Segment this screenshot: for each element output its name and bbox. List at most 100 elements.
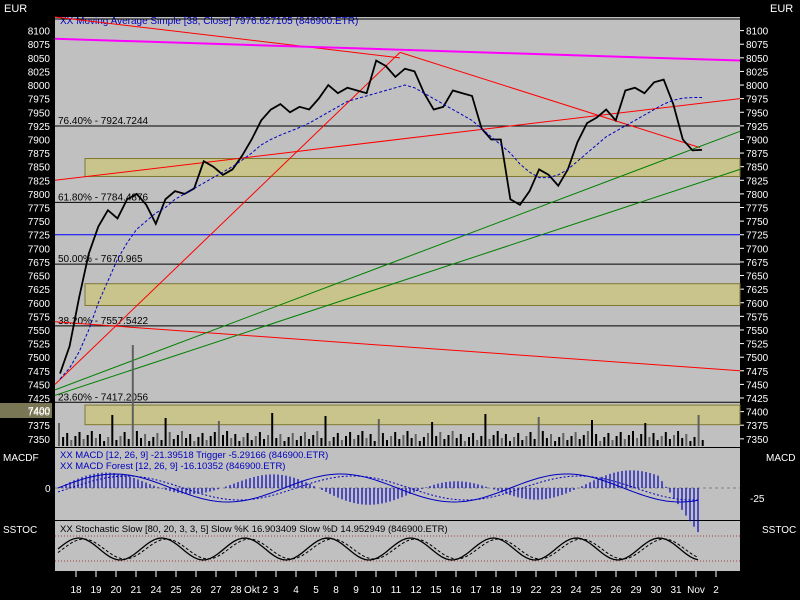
y-tick-label: 7650: [746, 272, 769, 283]
volume-bar: [345, 436, 347, 446]
volume-bar: [468, 437, 470, 446]
stoch-legend: XX Stochastic Slow [80, 20, 3, 3, 5] Slo…: [60, 524, 448, 535]
volume-bar: [291, 433, 294, 446]
y-tick-label: 8025: [746, 67, 769, 78]
x-tick-label: 17: [470, 585, 482, 596]
volume-bar: [574, 432, 577, 446]
volume-bar: [488, 439, 491, 446]
y-tick-label: 7625: [746, 285, 769, 296]
y-tick-label: 7750: [746, 217, 769, 228]
x-tick-label: 15: [430, 585, 442, 596]
volume-bar: [607, 433, 610, 446]
volume-bar: [258, 432, 261, 446]
y-tick-label: 7800: [28, 190, 51, 201]
macd-zero-label: 0: [45, 484, 51, 495]
y-tick-label: 7900: [746, 135, 769, 146]
volume-bar: [263, 439, 265, 446]
volume-bar: [525, 436, 528, 446]
volume-bar: [636, 438, 639, 446]
x-tick-label: Nov: [687, 585, 705, 596]
y-tick-label: 7600: [746, 299, 769, 310]
y-tick-label: 8100: [746, 27, 769, 38]
volume-bar: [103, 441, 106, 446]
x-tick-label: 12: [410, 585, 422, 596]
x-tick-label: 5: [313, 585, 319, 596]
volume-bar: [545, 438, 548, 446]
volume-bar: [386, 440, 388, 446]
y-tick-label: 8100: [28, 27, 51, 38]
x-tick-label: 25: [590, 585, 602, 596]
volume-bar: [287, 437, 290, 446]
volume-bar: [402, 435, 405, 446]
macd-label-right: MACD: [766, 453, 795, 464]
volume-bar: [230, 438, 233, 446]
volume-bar: [447, 435, 450, 446]
volume-bar: [135, 431, 138, 446]
volume-bar: [250, 440, 253, 446]
x-tick-label: 27: [210, 585, 222, 596]
x-tick-label: 16: [450, 585, 462, 596]
volume-bar: [500, 438, 503, 446]
volume-bar: [537, 417, 540, 446]
volume-bar: [160, 440, 163, 446]
volume-bar: [324, 416, 327, 446]
volume-bar: [554, 441, 557, 446]
volume-bar: [381, 433, 384, 446]
y-tick-label: 7575: [746, 312, 769, 323]
volume-bar: [172, 439, 175, 446]
volume-bar: [234, 434, 237, 446]
y-tick-label: 7400: [28, 408, 51, 419]
x-tick-label: 30: [650, 585, 662, 596]
volume-bar: [476, 440, 479, 446]
volume-bar: [299, 436, 302, 446]
volume-bar: [107, 437, 110, 446]
y-tick-label: 8050: [28, 54, 51, 65]
volume-bar: [492, 435, 495, 446]
volume-bar: [74, 436, 77, 446]
volume-bar: [627, 435, 630, 446]
volume-bar: [451, 431, 454, 446]
volume-bar: [295, 440, 298, 446]
volume-bar: [640, 434, 643, 446]
volume-bar: [517, 433, 520, 446]
x-tick-label: 20: [110, 585, 122, 596]
y-tick-label: 7725: [28, 231, 51, 242]
y-tick-label: 7500: [28, 353, 51, 364]
x-tick-label: 8: [333, 585, 339, 596]
volume-bar: [541, 431, 544, 446]
volume-bar: [521, 440, 524, 446]
volume-bar: [673, 435, 675, 446]
volume-bar: [209, 436, 212, 446]
volume-bar: [66, 433, 69, 446]
y-tick-label: 7350: [746, 435, 769, 446]
volume-bar: [328, 441, 331, 446]
y-tick-label: 7675: [28, 258, 51, 269]
volume-bar: [443, 439, 446, 446]
x-tick-label: 23: [550, 585, 562, 596]
volume-bar: [193, 441, 196, 446]
y-tick-label: 7850: [746, 163, 769, 174]
volume-bar: [316, 431, 319, 446]
volume-bar: [496, 431, 499, 446]
volume-bar: [168, 432, 171, 446]
support-zone: [84, 283, 741, 306]
volume-bar: [275, 438, 278, 446]
volume-bar: [152, 437, 155, 446]
volume-bar: [566, 440, 569, 446]
y-tick-label: 7625: [28, 285, 51, 296]
x-axis: 18 19 20 21 24 25 26 27 28 Okt 2 3 4 5 8 9 10 11 12 15 16 17…: [70, 571, 719, 596]
x-tick-label: 24: [570, 585, 582, 596]
volume-bar: [431, 422, 434, 446]
volume-bar: [246, 433, 249, 446]
y-tick-label: 8025: [28, 67, 51, 78]
volume-bar: [254, 436, 257, 446]
volume-bar: [668, 439, 671, 446]
volume-bar: [656, 440, 659, 446]
fib-level-label: 50.00% - 7670.965: [58, 254, 143, 265]
volume-bar: [201, 433, 204, 446]
volume-bar: [127, 439, 130, 446]
y-tick-label: 7550: [746, 326, 769, 337]
volume-bar: [591, 420, 593, 446]
volume-bar: [131, 345, 134, 446]
y-tick-label: 7975: [28, 95, 51, 106]
